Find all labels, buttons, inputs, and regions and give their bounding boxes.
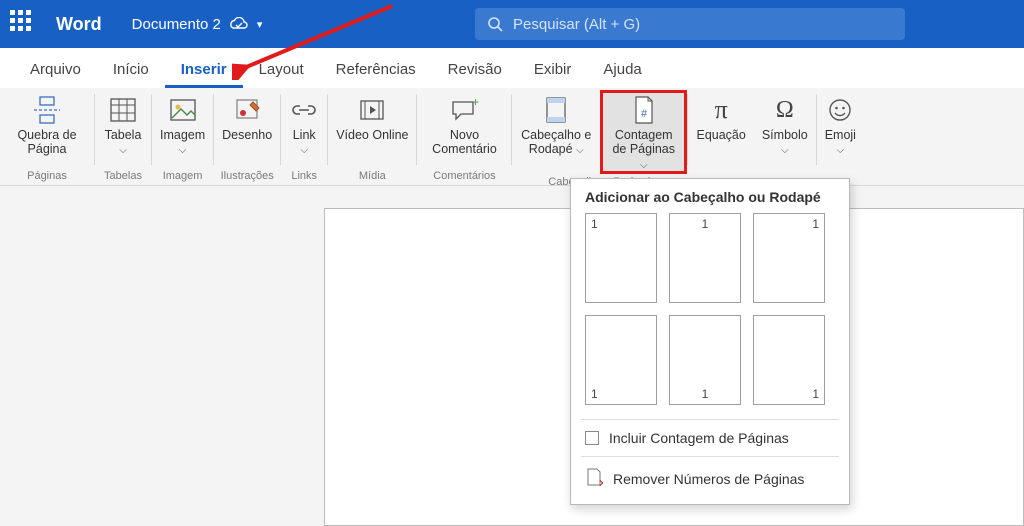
symbol-button[interactable]: Ω Símbolo⌵ (754, 90, 816, 168)
page-number-bottom-left[interactable]: 1 (585, 315, 657, 405)
page-number-bottom-center[interactable]: 1 (669, 315, 741, 405)
table-button[interactable]: Tabela⌵ (95, 90, 151, 168)
page-number-bottom-right[interactable]: 1 (753, 315, 825, 405)
group-midia: Vídeo Online Mídia (328, 88, 416, 185)
page-number-top-right[interactable]: 1 (753, 213, 825, 303)
document-name[interactable]: Documento 2 (132, 16, 221, 33)
new-comment-button[interactable]: + Novo Comentário (417, 90, 511, 168)
title-bar: Word Documento 2 ▾ Pesquisar (Alt + G) (0, 0, 1024, 48)
tab-layout[interactable]: Layout (243, 53, 320, 88)
chevron-down-icon: ⌵ (837, 145, 845, 156)
page-break-button[interactable]: Quebra de Página (0, 90, 94, 168)
search-icon (487, 16, 503, 32)
svg-text:+: + (472, 98, 479, 109)
app-name: Word (56, 14, 102, 35)
search-placeholder: Pesquisar (Alt + G) (513, 16, 640, 33)
page-number-top-left[interactable]: 1 (585, 213, 657, 303)
group-ilustracoes: Desenho Ilustrações (214, 88, 280, 185)
group-imagem: Imagem⌵ Imagem (152, 88, 213, 185)
remove-page-number-icon: ✕ (585, 467, 603, 490)
include-page-count-option[interactable]: Incluir Contagem de Páginas (571, 422, 849, 454)
app-launcher-icon[interactable] (10, 10, 38, 38)
search-box[interactable]: Pesquisar (Alt + G) (475, 8, 905, 40)
emoji-icon (827, 94, 853, 126)
checkbox-icon (585, 431, 599, 445)
page-number-dropdown: Adicionar ao Cabeçalho ou Rodapé 1 1 1 1… (570, 178, 850, 505)
header-footer-button[interactable]: Cabeçalho e Rodapé ⌵ (512, 90, 600, 174)
ribbon-tabs: Arquivo Início Inserir Layout Referência… (0, 48, 1024, 88)
svg-text:✕: ✕ (598, 478, 603, 487)
video-icon (358, 94, 386, 126)
comment-icon: + (449, 94, 479, 126)
drawing-button[interactable]: Desenho (214, 90, 280, 168)
tab-inserir[interactable]: Inserir (165, 53, 243, 88)
ribbon: Quebra de Página Páginas Tabela⌵ Tabelas… (0, 88, 1024, 186)
tab-ajuda[interactable]: Ajuda (587, 53, 657, 88)
equation-icon: π (715, 94, 728, 126)
symbol-icon: Ω (776, 94, 794, 126)
emoji-button[interactable]: Emoji⌵ (817, 90, 864, 168)
image-icon (169, 94, 197, 126)
group-comentarios: + Novo Comentário Comentários (417, 88, 511, 185)
chevron-down-icon: ⌵ (781, 145, 789, 156)
page-number-icon: # (632, 94, 656, 126)
tab-inicio[interactable]: Início (97, 53, 165, 88)
group-cabecalho-rodape: Cabeçalho e Rodapé ⌵ # Contagem de Págin… (512, 88, 687, 185)
group-tabelas: Tabela⌵ Tabelas (95, 88, 151, 185)
group-paginas: Quebra de Página Páginas (0, 88, 94, 185)
group-emoji: Emoji⌵ (817, 88, 864, 185)
drawing-icon (233, 94, 261, 126)
chevron-down-icon: ⌵ (640, 160, 648, 171)
svg-text:#: # (641, 108, 648, 120)
remove-page-numbers-option[interactable]: ✕ Remover Números de Páginas (571, 459, 849, 498)
header-footer-icon (543, 94, 569, 126)
online-video-button[interactable]: Vídeo Online (328, 90, 416, 168)
page-break-icon (32, 94, 62, 126)
chevron-down-icon: ⌵ (576, 145, 584, 156)
image-button[interactable]: Imagem⌵ (152, 90, 213, 168)
tab-revisao[interactable]: Revisão (432, 53, 518, 88)
page-number-top-center[interactable]: 1 (669, 213, 741, 303)
link-icon (290, 94, 318, 126)
link-button[interactable]: Link⌵ (281, 90, 327, 168)
chevron-down-icon[interactable]: ▾ (257, 18, 263, 31)
tab-referencias[interactable]: Referências (320, 53, 432, 88)
equation-button[interactable]: π Equação (688, 90, 753, 168)
group-simbolos: π Equação Ω Símbolo⌵ (688, 88, 815, 185)
chevron-down-icon: ⌵ (300, 145, 308, 156)
dropdown-header: Adicionar ao Cabeçalho ou Rodapé (571, 189, 849, 213)
table-icon (109, 94, 137, 126)
document-area (0, 186, 1024, 526)
tab-exibir[interactable]: Exibir (518, 53, 588, 88)
chevron-down-icon: ⌵ (119, 145, 127, 156)
group-links: Link⌵ Links (281, 88, 327, 185)
cloud-saved-icon (229, 17, 249, 31)
chevron-down-icon: ⌵ (179, 145, 187, 156)
page-count-button[interactable]: # Contagem de Páginas ⌵ (600, 90, 688, 174)
tab-arquivo[interactable]: Arquivo (14, 53, 97, 88)
